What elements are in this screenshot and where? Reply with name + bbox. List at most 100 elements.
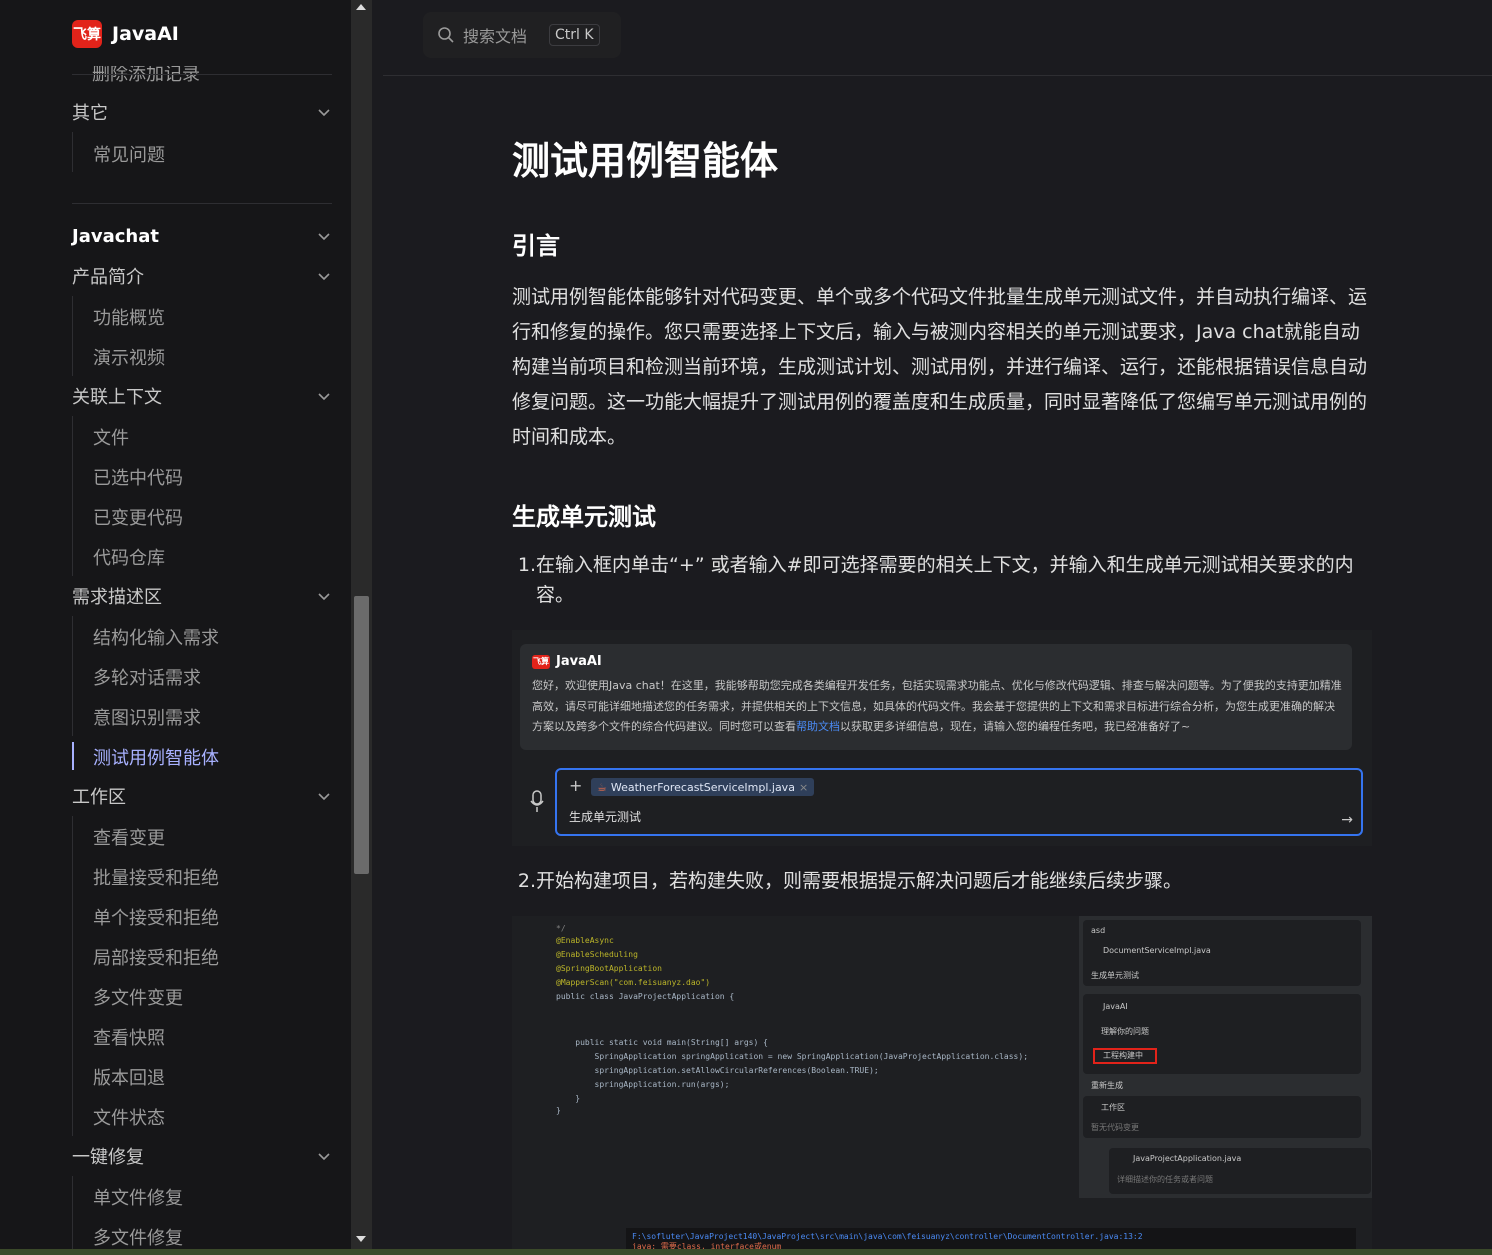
divider <box>72 203 332 204</box>
code-line: public static void main(String[] args) { <box>556 1038 768 1047</box>
sidebar-item[interactable]: 文件状态 <box>93 1104 165 1130</box>
scroll-down-icon[interactable] <box>356 1236 366 1242</box>
sidebar-item[interactable]: 批量接受和拒绝 <box>93 864 219 890</box>
search-button[interactable]: 搜索文档 Ctrl K <box>423 12 621 58</box>
ide-chat-input[interactable]: JavaProjectApplication.java 详细描述你的任务或者问题 <box>1109 1148 1371 1194</box>
ai-title: 飞算 JavaAI <box>532 654 602 669</box>
add-context-icon[interactable]: + <box>569 776 582 795</box>
sidebar-item[interactable]: 多文件修复 <box>93 1224 183 1250</box>
chevron-down-icon <box>318 273 330 281</box>
regenerate-button[interactable]: 重新生成 <box>1091 1080 1123 1091</box>
sidebar-group-quickfix[interactable]: 一键修复 <box>72 1140 332 1172</box>
code-line: } <box>556 1094 581 1103</box>
search-icon <box>438 27 454 43</box>
sidebar-item[interactable]: 意图识别需求 <box>93 704 201 730</box>
sidebar-group-label: 产品简介 <box>72 267 144 288</box>
step-number: 2. <box>517 870 536 892</box>
sidebar-section-label: Javachat <box>72 225 159 247</box>
code-editor: */ @EnableAsync @EnableScheduling @Sprin… <box>512 916 1069 1198</box>
sidebar-item[interactable]: 功能概览 <box>93 304 165 330</box>
sidebar-item[interactable]: 单文件修复 <box>93 1184 183 1210</box>
user-message: asd DocumentServiceImpl.java 生成单元测试 <box>1083 920 1361 986</box>
intro-heading: 引言 <box>512 232 560 260</box>
line-gutter <box>512 916 552 1198</box>
step-text: 在输入框内单击“+” 或者输入#即可选择需要的相关上下文，并输入和生成单元测试相… <box>536 554 1354 606</box>
top-bar: 搜索文档 Ctrl K <box>383 0 1492 76</box>
ai-greeting: 飞算 JavaAI 您好，欢迎使用Java chat！在这里，我能够帮助您完成各… <box>520 644 1352 750</box>
tree-line <box>72 1176 73 1255</box>
sidebar-item[interactable]: 单个接受和拒绝 <box>93 904 219 930</box>
error-path-text: F:\sofluter\JavaProject140\JavaProject\s… <box>632 1232 1143 1241</box>
sidebar-group-label: 关联上下文 <box>72 387 162 408</box>
code-line: @EnableAsync <box>556 936 614 945</box>
sidebar-item[interactable]: 查看快照 <box>93 1024 165 1050</box>
close-icon[interactable]: × <box>799 781 808 794</box>
sidebar-item[interactable]: 演示视频 <box>93 344 165 370</box>
search-shortcut: Ctrl K <box>549 24 600 46</box>
sidebar-section-javachat[interactable]: Javachat <box>72 220 332 252</box>
code-line: } <box>556 1106 561 1115</box>
input-placeholder: 详细描述你的任务或者问题 <box>1117 1175 1213 1184</box>
help-docs-link[interactable]: 帮助文档 <box>796 720 840 733</box>
bottom-strip <box>0 1249 1492 1255</box>
sidebar-item[interactable]: 版本回退 <box>93 1064 165 1090</box>
sidebar: 飞算 JavaAI 删除添加记录 其它 常见问题 Javachat 产品简介 功… <box>0 0 351 1255</box>
sidebar-item-faq[interactable]: 常见问题 <box>93 141 165 167</box>
sidebar-scrollbar[interactable] <box>351 0 372 1255</box>
sidebar-item[interactable]: 结构化输入需求 <box>93 624 219 650</box>
chevron-down-icon <box>318 1153 330 1161</box>
sidebar-item-cut[interactable]: 删除添加记录 <box>92 66 200 86</box>
sidebar-group-workspace[interactable]: 工作区 <box>72 780 332 812</box>
send-icon[interactable]: → <box>1341 812 1353 828</box>
code-line: public class JavaProjectApplication { <box>556 992 735 1001</box>
app-name: JavaAI <box>112 23 179 45</box>
scrollbar-thumb[interactable] <box>354 596 369 874</box>
divider <box>72 74 332 75</box>
code-line: springApplication.run(args); <box>556 1080 730 1089</box>
sidebar-item[interactable]: 局部接受和拒绝 <box>93 944 219 970</box>
tree-line <box>72 416 73 576</box>
tree-line <box>72 816 73 1136</box>
app-logo[interactable]: 飞算 JavaAI <box>72 20 179 48</box>
java-file-icon: ☕ <box>597 780 607 794</box>
sidebar-item[interactable]: 代码仓库 <box>93 544 165 570</box>
step-2: 2. 开始构建项目，若构建失败，则需要根据提示解决问题后才能继续后续步骤。 <box>512 866 1374 896</box>
step-understood: 理解你的问题 <box>1101 1027 1149 1036</box>
chat-input-box[interactable]: + ☕ WeatherForecastServiceImpl.java × 生成… <box>555 768 1363 836</box>
logo-badge-icon: 飞算 <box>72 20 102 48</box>
sidebar-item[interactable]: 多文件变更 <box>93 984 183 1010</box>
sidebar-group-label: 需求描述区 <box>72 587 162 608</box>
sidebar-group-label: 工作区 <box>72 787 126 808</box>
sidebar-item[interactable]: 查看变更 <box>93 824 165 850</box>
ai-name: JavaAI <box>1103 1002 1128 1011</box>
step-number: 1. <box>517 554 536 576</box>
javachat-panel: asd DocumentServiceImpl.java 生成单元测试 Java… <box>1079 916 1372 1198</box>
code-line: @SpringBootApplication <box>556 964 662 973</box>
chat-input-text[interactable]: 生成单元测试 <box>569 808 641 825</box>
screenshot-chat-input: 飞算 JavaAI 您好，欢迎使用Java chat！在这里，我能够帮助您完成各… <box>512 630 1372 846</box>
sidebar-item-active[interactable]: 测试用例智能体 <box>93 744 219 770</box>
tree-line <box>72 616 73 736</box>
ai-name: JavaAI <box>556 654 602 669</box>
code-line: springApplication.setAllowCircularRefere… <box>556 1066 879 1075</box>
sidebar-group-other[interactable]: 其它 <box>72 96 332 128</box>
code-line: @MapperScan("com.feisuanyz.dao") <box>556 978 711 987</box>
scroll-up-icon[interactable] <box>356 4 366 10</box>
sidebar-group-requirements[interactable]: 需求描述区 <box>72 580 332 612</box>
sidebar-group-label: 其它 <box>72 103 108 124</box>
page-title: 测试用例智能体 <box>512 139 779 183</box>
logo-badge-icon: 飞算 <box>532 654 550 669</box>
sidebar-item[interactable]: 已变更代码 <box>93 504 183 530</box>
sidebar-item[interactable]: 文件 <box>93 424 129 450</box>
sidebar-group-context[interactable]: 关联上下文 <box>72 380 332 412</box>
sidebar-item[interactable]: 已选中代码 <box>93 464 183 490</box>
ai-greeting-text: 您好，欢迎使用Java chat！在这里，我能够帮助您完成各类编程开发任务，包括… <box>532 676 1342 738</box>
sidebar-group-product-intro[interactable]: 产品简介 <box>72 260 332 292</box>
tree-line <box>72 132 73 172</box>
sidebar-item[interactable]: 多轮对话需求 <box>93 664 201 690</box>
step-text: 开始构建项目，若构建失败，则需要根据提示解决问题后才能继续后续步骤。 <box>536 870 1183 892</box>
workspace-panel: 工作区 暂无代码变更 <box>1083 1096 1361 1138</box>
context-chip[interactable]: ☕ WeatherForecastServiceImpl.java × <box>591 778 815 796</box>
tree-line <box>72 296 73 376</box>
microphone-icon[interactable] <box>530 790 544 814</box>
